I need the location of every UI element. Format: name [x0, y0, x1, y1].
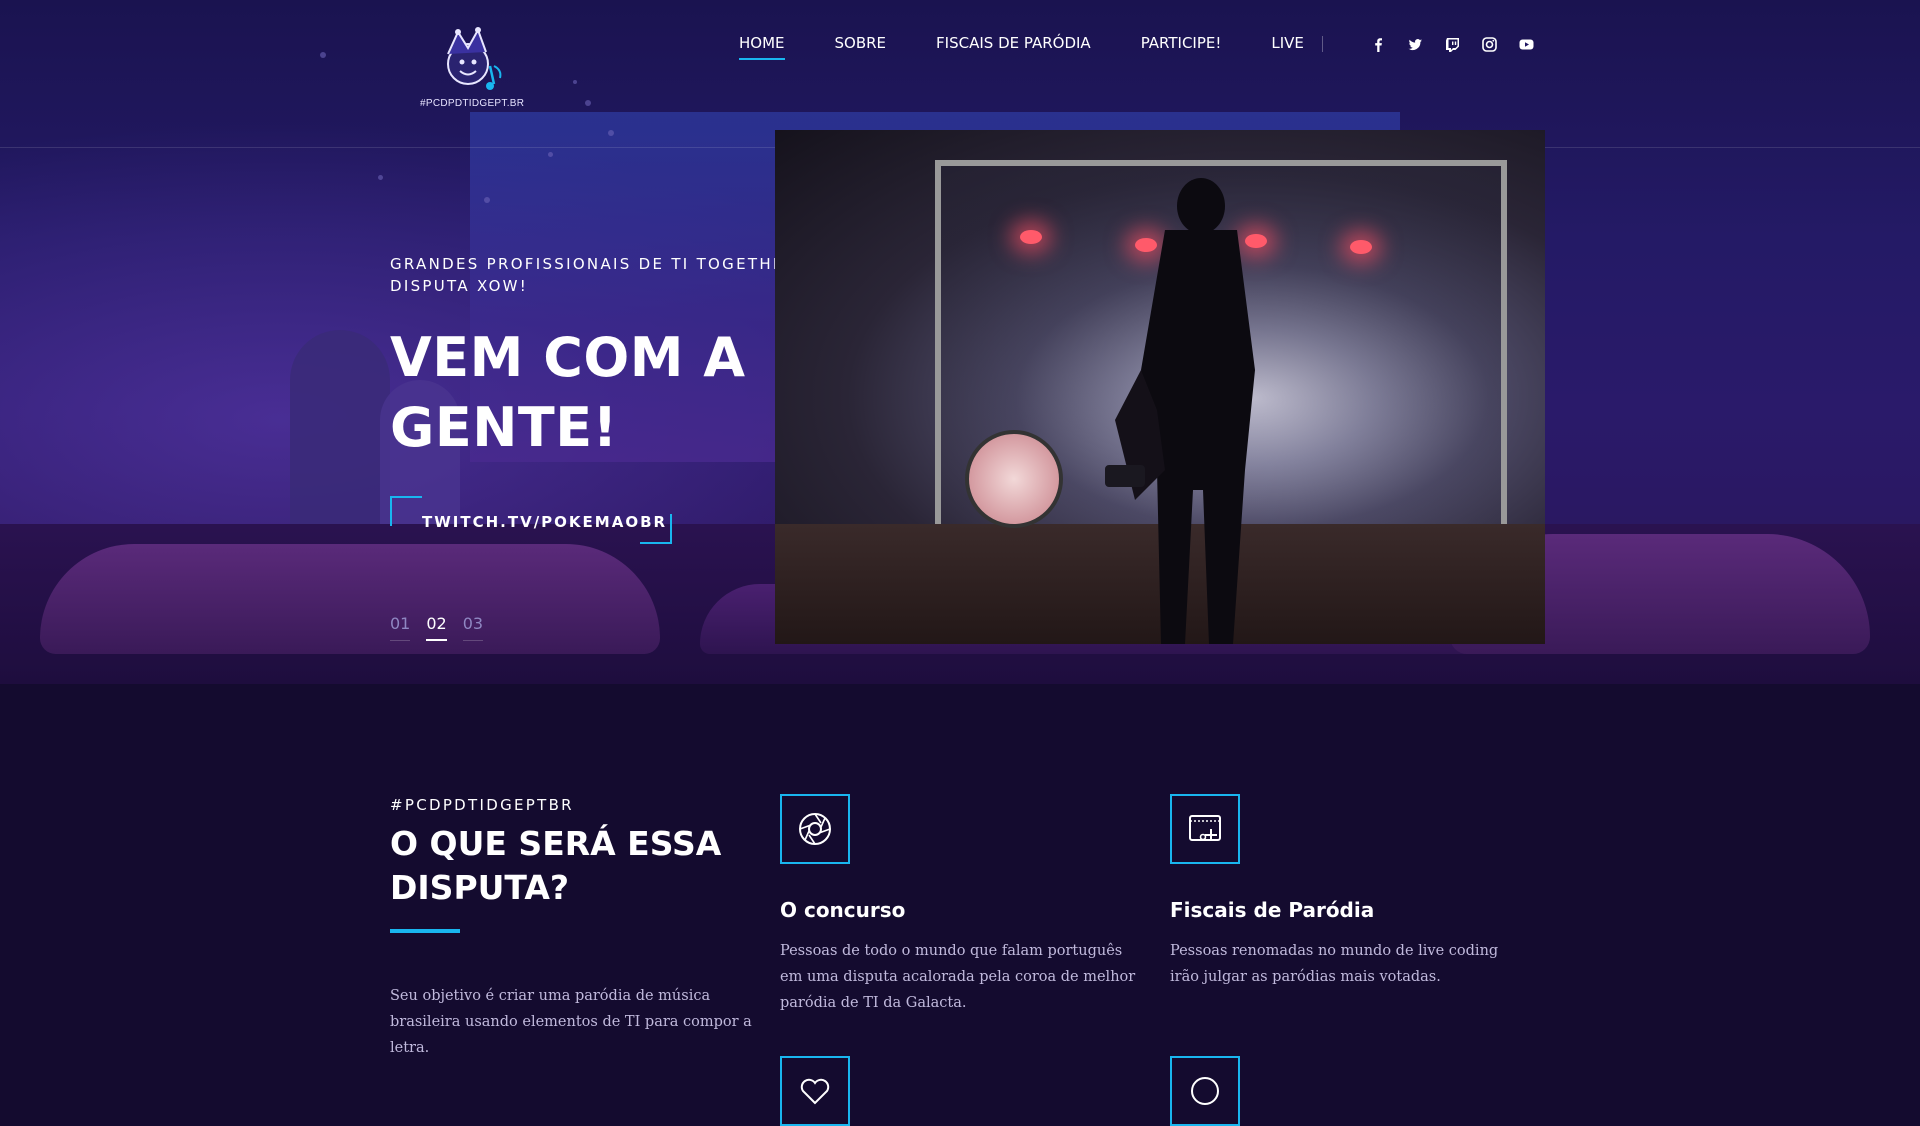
nav-sobre[interactable]: SOBRE	[835, 34, 887, 60]
feature-icon-box	[780, 1056, 850, 1126]
hero-photo	[775, 130, 1545, 644]
facebook-icon[interactable]	[1370, 36, 1387, 53]
jester-logo-icon	[447, 27, 502, 90]
twitch-icon[interactable]	[1444, 36, 1461, 53]
nav-home[interactable]: HOME	[739, 34, 785, 60]
star-dot	[548, 152, 553, 157]
section-title: O QUE SERÁ ESSA DISPUTA?	[390, 824, 722, 907]
feature-card: Fiscais de Paródia Pessoas renomadas no …	[1170, 794, 1530, 990]
logo-text: #PCDPDTIDGEPT.BR	[420, 98, 525, 109]
star-dot	[484, 197, 490, 203]
video-edit-icon	[1189, 815, 1221, 841]
circle-icon	[1191, 1077, 1219, 1105]
feature-text: Pessoas renomadas no mundo de live codin…	[1170, 943, 1499, 985]
instagram-icon[interactable]	[1481, 36, 1498, 53]
aperture-icon	[799, 813, 831, 845]
cta-corner	[390, 496, 422, 526]
slide-pager: 01 02 03	[390, 614, 484, 641]
star-dot	[608, 130, 614, 136]
site-logo[interactable]: #PCDPDTIDGEPT.BR	[420, 26, 524, 112]
twitch-cta-button[interactable]: TWITCH.TV/POKEMAOBR	[390, 496, 672, 544]
feature-icon-box	[1170, 1056, 1240, 1126]
feature-icon-box	[1170, 794, 1240, 864]
site-header: #PCDPDTIDGEPT.BR HOME SOBRE FISCAIS DE P…	[0, 0, 1920, 120]
nav-participe[interactable]: PARTICIPE!	[1141, 34, 1222, 60]
social-links	[1370, 36, 1535, 53]
twitter-icon[interactable]	[1407, 36, 1424, 53]
stage-light	[1350, 240, 1372, 254]
cameraman-silhouette	[1105, 178, 1255, 644]
nav-fiscais[interactable]: FISCAIS DE PARÓDIA	[936, 34, 1091, 60]
feature-title: Fiscais de Paródia	[1170, 898, 1375, 922]
heart-icon	[800, 1078, 830, 1105]
feature-card: O concurso Pessoas de todo o mundo que f…	[780, 794, 1140, 1016]
bass-drum	[965, 430, 1063, 528]
section-eyebrow: #PCDPDTIDGEPTBR	[390, 796, 574, 814]
slide-indicator-03[interactable]: 03	[462, 614, 484, 641]
feature-title: O concurso	[780, 898, 906, 922]
stage-light	[1020, 230, 1042, 244]
youtube-icon[interactable]	[1518, 36, 1535, 53]
slide-indicator-01[interactable]: 01	[390, 614, 411, 641]
star-dot	[378, 175, 383, 180]
nav-separator	[1322, 36, 1323, 52]
feature-icon-box	[780, 794, 850, 864]
feature-text: Pessoas de todo o mundo que falam portug…	[780, 943, 1136, 1011]
car-silhouette	[40, 544, 660, 654]
nav-live[interactable]: LIVE	[1271, 34, 1304, 60]
section-accent-bar	[390, 929, 460, 933]
cta-label: TWITCH.TV/POKEMAOBR	[422, 513, 668, 531]
main-nav: HOME SOBRE FISCAIS DE PARÓDIA PARTICIPE!…	[739, 34, 1304, 60]
section-description: Seu objetivo é criar uma paródia de músi…	[390, 988, 752, 1056]
slide-indicator-02[interactable]: 02	[426, 614, 447, 641]
